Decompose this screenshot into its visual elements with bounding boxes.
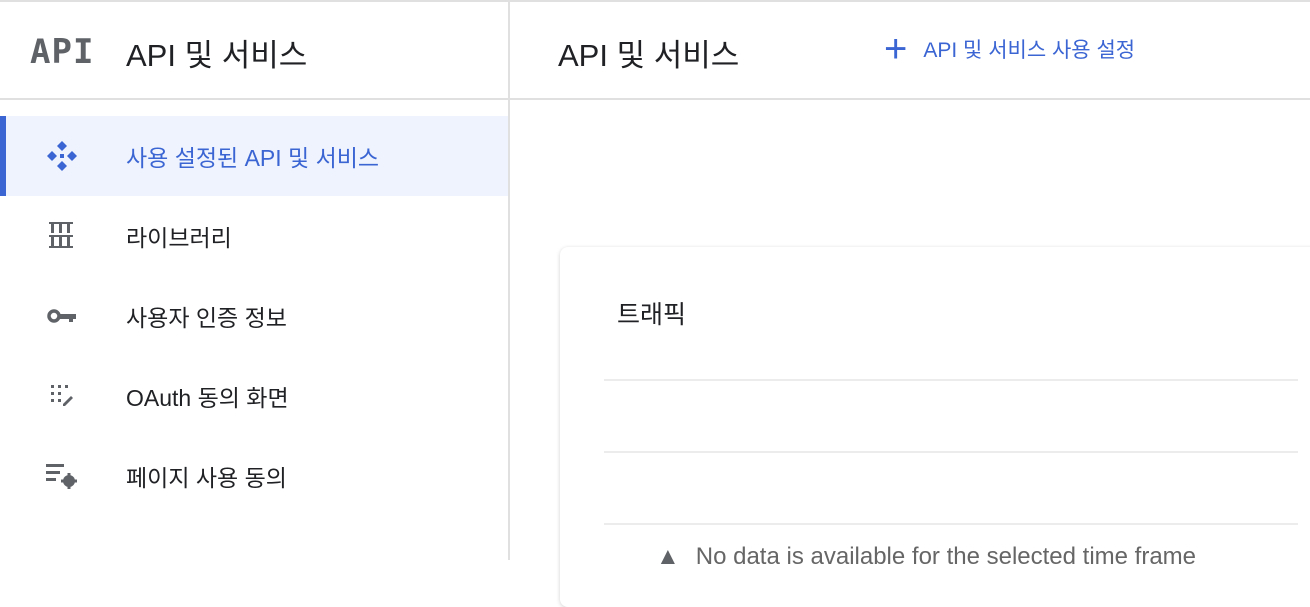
key-icon	[44, 298, 80, 334]
oauth-consent-icon	[44, 378, 80, 414]
chart-gridline	[604, 379, 1298, 381]
warning-icon: ▲	[656, 543, 680, 570]
sidebar-item-label: 사용자 인증 정보	[126, 305, 287, 331]
traffic-card: 트래픽 ▲ No data is available for the selec…	[560, 247, 1310, 607]
api-diamond-icon	[44, 138, 80, 174]
sidebar-item-label: 페이지 사용 동의	[126, 465, 287, 491]
sidebar: API API 및 서비스 사용 설정된 API 및 서비스 라이브러리 사용자…	[0, 2, 510, 560]
sidebar-item-credentials[interactable]: 사용자 인증 정보	[0, 276, 508, 356]
plus-icon: +	[884, 27, 908, 71]
no-data-text: No data is available for the selected ti…	[695, 543, 1197, 570]
api-logo: API	[30, 32, 95, 72]
no-data-message: ▲ No data is available for the selected …	[656, 543, 1196, 571]
sidebar-item-enabled-apis[interactable]: 사용 설정된 API 및 서비스	[0, 116, 508, 196]
sidebar-item-label: 라이브러리	[126, 225, 232, 251]
enable-apis-button[interactable]: + API 및 서비스 사용 설정	[884, 27, 1136, 71]
sidebar-item-label: OAuth 동의 화면	[126, 385, 289, 411]
sidebar-item-page-usage-consent[interactable]: 페이지 사용 동의	[0, 436, 508, 516]
page-settings-icon	[44, 458, 80, 494]
sidebar-nav: 사용 설정된 API 및 서비스 라이브러리 사용자 인증 정보 OAuth 동…	[0, 116, 508, 516]
sidebar-title: API 및 서비스	[126, 38, 308, 73]
chart-gridline	[604, 523, 1298, 525]
sidebar-item-oauth-consent[interactable]: OAuth 동의 화면	[0, 356, 508, 436]
enable-apis-label: API 및 서비스 사용 설정	[923, 39, 1136, 62]
card-title: 트래픽	[617, 301, 687, 329]
sidebar-item-library[interactable]: 라이브러리	[0, 196, 508, 276]
page-header: API 및 서비스 + API 및 서비스 사용 설정	[510, 2, 1310, 100]
library-icon	[44, 218, 80, 254]
page-title: API 및 서비스	[558, 38, 740, 73]
sidebar-header: API API 및 서비스	[0, 2, 508, 100]
sidebar-item-label: 사용 설정된 API 및 서비스	[126, 145, 380, 171]
chart-gridline	[604, 451, 1298, 453]
